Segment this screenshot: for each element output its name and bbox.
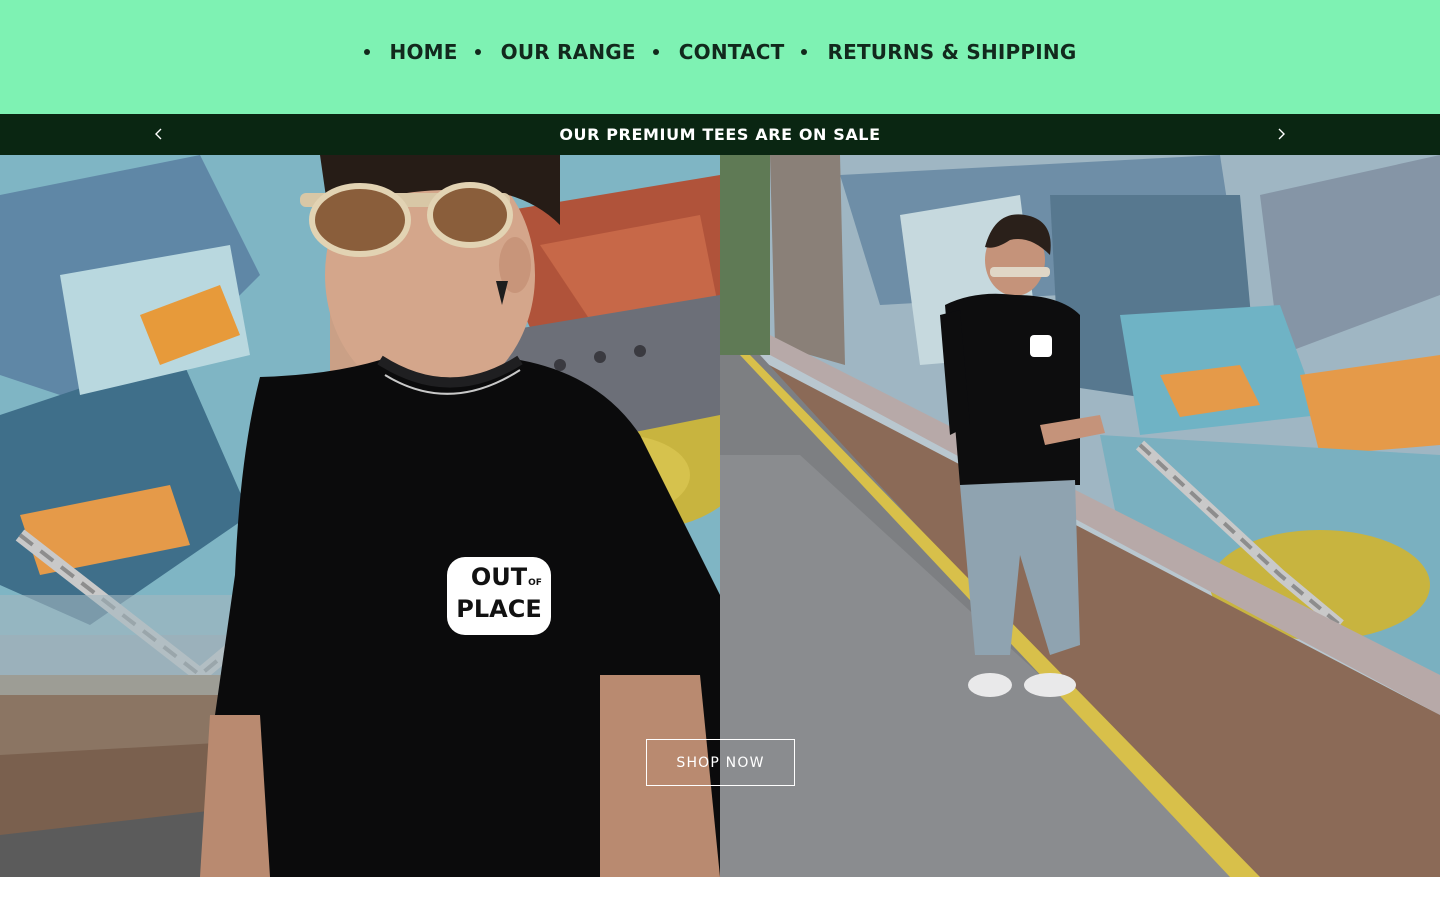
nav-item-label: OUR RANGE [500,40,636,64]
bullet-dot-icon [801,49,808,55]
nav-item-our-range[interactable]: OUR RANGE [458,40,636,64]
bullet-dot-icon [652,49,659,55]
shirt-logo: OUT OF PLACE [447,557,551,635]
site-header: HOME OUR RANGE CONTACT RETURNS & SHIPPIN… [0,0,1440,114]
announcement-text: OUR PREMIUM TEES ARE ON SALE [559,125,881,144]
nav-item-label: RETURNS & SHIPPING [827,40,1077,64]
svg-text:OUT: OUT [471,563,528,591]
bullet-dot-icon [363,49,370,55]
announcement-prev-button[interactable] [147,122,171,146]
nav-item-label: HOME [389,40,458,64]
nav-item-home[interactable]: HOME [363,40,458,64]
chevron-right-icon [1278,128,1285,140]
nav-item-label: CONTACT [678,40,785,64]
bullet-dot-icon [474,49,481,55]
announcement-next-button[interactable] [1269,122,1293,146]
main-nav: HOME OUR RANGE CONTACT RETURNS & SHIPPIN… [0,40,1440,64]
shop-now-button[interactable]: SHOP NOW [646,739,795,786]
hero-image-right [720,155,1440,877]
page-below-fold [0,877,1440,900]
nav-item-contact[interactable]: CONTACT [636,40,785,64]
nav-item-returns-shipping[interactable]: RETURNS & SHIPPING [784,40,1076,64]
svg-text:OF: OF [528,578,542,588]
announcement-bar: OUR PREMIUM TEES ARE ON SALE [0,114,1440,155]
hero-image-left: OUT OF PLACE [0,155,720,877]
chevron-left-icon [155,128,162,140]
svg-text:PLACE: PLACE [456,595,541,623]
